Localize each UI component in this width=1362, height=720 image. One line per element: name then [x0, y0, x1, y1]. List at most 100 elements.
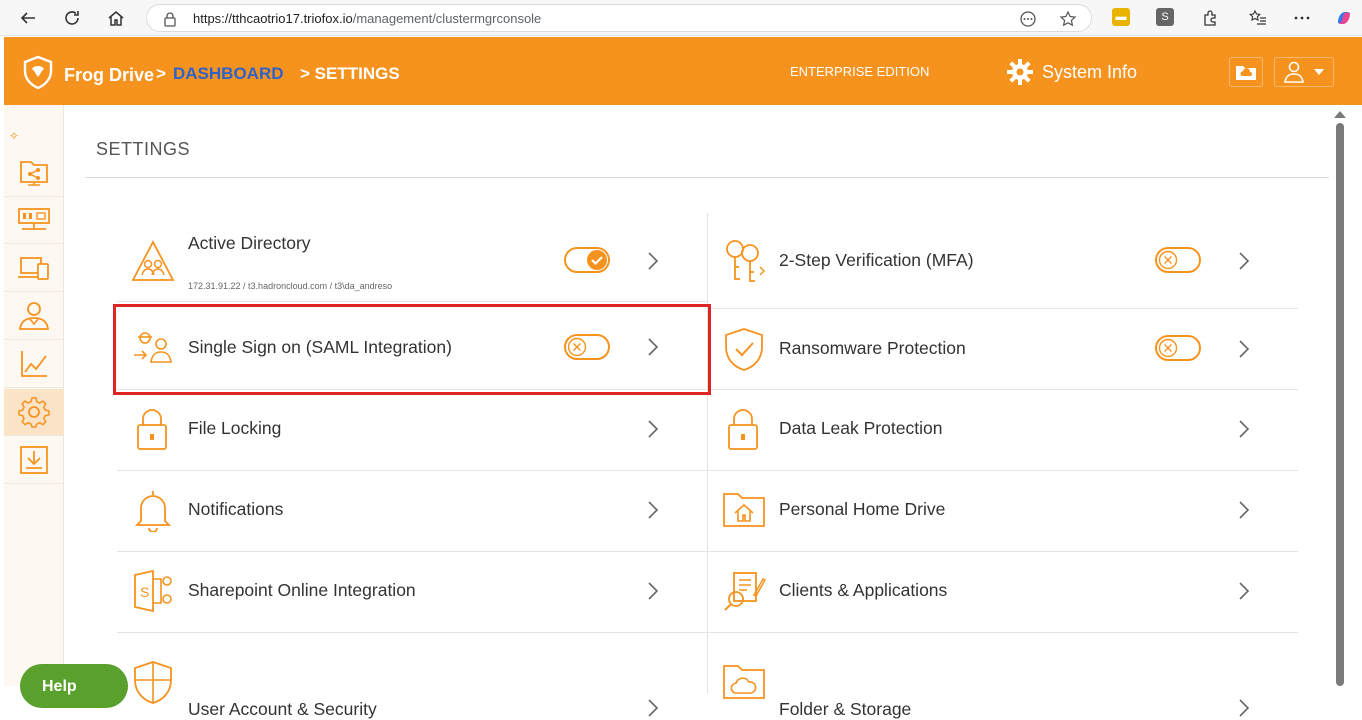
- tile-label: Notifications: [188, 499, 284, 519]
- chevron-right-icon[interactable]: [646, 581, 660, 601]
- brand-name[interactable]: Frog Drive: [64, 65, 154, 86]
- chevron-right-icon[interactable]: [1237, 251, 1251, 271]
- browser-toolbar: https://tthcaotrio17.triofox.io/manageme…: [0, 0, 1362, 36]
- settings-tile-folder-storage[interactable]: Folder & Storage: [708, 632, 1298, 719]
- settings-tile-home-drive[interactable]: Personal Home Drive: [708, 470, 1298, 550]
- clients-applications-icon: [724, 572, 766, 611]
- sidebar-item-users[interactable]: [4, 293, 64, 340]
- sharepoint-icon: S: [134, 569, 172, 613]
- highlight-box: [113, 304, 711, 395]
- back-button[interactable]: [16, 6, 40, 30]
- chevron-right-icon[interactable]: [646, 419, 660, 439]
- puzzle-icon: [1204, 10, 1216, 26]
- chart-icon: [21, 351, 47, 377]
- x-circle-icon: [1158, 250, 1178, 270]
- cloud-folder-icon: [723, 665, 765, 699]
- chevron-right-icon[interactable]: [646, 698, 660, 718]
- user-menu-button[interactable]: [1274, 57, 1334, 87]
- copilot-button[interactable]: [1332, 6, 1356, 30]
- tile-label: File Locking: [188, 418, 282, 438]
- settings-tile-notifications[interactable]: Notifications: [117, 470, 707, 550]
- tile-label: Personal Home Drive: [779, 499, 946, 519]
- tile-sublabel: 172.31.91.22 / t3.hadroncloud.com / t3\d…: [188, 281, 393, 291]
- sidebar-item-settings[interactable]: [4, 389, 64, 436]
- favorite-star-icon[interactable]: [1059, 10, 1077, 28]
- breadcrumb-dashboard-link[interactable]: DASHBOARD: [173, 64, 284, 84]
- extension-s-icon[interactable]: S: [1156, 8, 1174, 26]
- user-icon: [1284, 61, 1304, 83]
- chevron-right-icon[interactable]: [1237, 581, 1251, 601]
- bell-icon: [134, 491, 172, 532]
- favorites-button[interactable]: [1246, 6, 1270, 30]
- system-info-button[interactable]: System Info: [1006, 57, 1137, 87]
- chevron-right-icon[interactable]: [1237, 419, 1251, 439]
- scroll-up-arrow-icon[interactable]: [1334, 111, 1346, 118]
- svg-text:S: S: [140, 584, 149, 600]
- settings-tile-user-account-security[interactable]: User Account & Security: [117, 632, 707, 719]
- x-circle-icon: [1158, 338, 1178, 358]
- home-button[interactable]: [104, 6, 128, 30]
- chevron-right-icon[interactable]: [1237, 339, 1251, 359]
- favorites-list-icon: [1249, 9, 1266, 25]
- lock-icon: [164, 12, 176, 27]
- system-info-label: System Info: [1042, 61, 1138, 82]
- mfa-toggle[interactable]: [1155, 247, 1201, 273]
- chevron-down-icon: [1314, 69, 1324, 75]
- check-icon: [591, 256, 603, 266]
- more-options-icon[interactable]: [1019, 10, 1037, 28]
- url-text: https://tthcaotrio17.triofox.io/manageme…: [193, 11, 542, 26]
- back-arrow-icon: [20, 12, 35, 24]
- settings-tile-data-leak[interactable]: Data Leak Protection: [708, 389, 1298, 469]
- toggle-off-knob: [1158, 338, 1178, 358]
- breadcrumb-separator: >: [156, 64, 166, 83]
- download-icon: [20, 446, 48, 474]
- settings-tile-file-locking[interactable]: File Locking: [117, 389, 707, 469]
- extension-notes-icon[interactable]: ▬: [1112, 8, 1130, 26]
- settings-tile-clients-applications[interactable]: Clients & Applications: [708, 551, 1298, 631]
- sidebar-item-shares[interactable]: [4, 150, 64, 197]
- address-bar[interactable]: https://tthcaotrio17.triofox.io/manageme…: [146, 4, 1092, 32]
- chevron-right-icon[interactable]: [1237, 500, 1251, 520]
- padlock-icon: [728, 409, 758, 450]
- shield-grid-icon: [134, 661, 172, 704]
- chevron-right-icon[interactable]: [646, 500, 660, 520]
- sidebar-item-servers[interactable]: [4, 197, 64, 244]
- tile-label: Sharepoint Online Integration: [188, 580, 416, 600]
- ransomware-toggle[interactable]: [1155, 335, 1201, 361]
- active-directory-icon: [131, 240, 175, 281]
- menu-button[interactable]: [1290, 6, 1314, 30]
- keys-icon: [726, 240, 766, 282]
- scroll-thumb[interactable]: [1336, 123, 1344, 686]
- folder-button[interactable]: [1229, 57, 1263, 87]
- sidebar-item-devices[interactable]: [4, 245, 64, 292]
- extensions-button[interactable]: [1198, 6, 1222, 30]
- pin-icon[interactable]: ✧: [9, 129, 19, 143]
- active-directory-toggle[interactable]: [564, 247, 610, 273]
- sidebar-item-downloads[interactable]: [4, 437, 64, 484]
- edition-label: ENTERPRISE EDITION: [790, 64, 930, 79]
- frog-shield-logo-icon: [23, 55, 53, 89]
- reload-button[interactable]: [60, 6, 84, 30]
- app: Frog Drive > DASHBOARD > SETTINGS ENTERP…: [4, 37, 1362, 719]
- vertical-scrollbar[interactable]: [1332, 105, 1362, 686]
- page-title: SETTINGS: [96, 139, 191, 159]
- settings-tile-active-directory[interactable]: Active Directory 172.31.91.22 / t3.hadro…: [117, 221, 707, 301]
- server-icon: [18, 208, 50, 230]
- tile-label: Clients & Applications: [779, 580, 948, 600]
- home-icon: [108, 11, 124, 26]
- users-icon: [18, 302, 50, 330]
- help-button[interactable]: Help: [20, 664, 128, 708]
- settings-tile-mfa[interactable]: 2-Step Verification (MFA): [708, 221, 1298, 301]
- settings-tile-ransomware[interactable]: Ransomware Protection: [708, 309, 1298, 389]
- gear-icon: [1007, 59, 1033, 85]
- tile-label: Ransomware Protection: [779, 338, 966, 358]
- copilot-icon: [1338, 12, 1350, 24]
- settings-tile-sharepoint[interactable]: S Sharepoint Online Integration: [117, 551, 707, 631]
- home-folder-icon: [723, 493, 765, 527]
- shield-check-icon: [725, 328, 763, 371]
- sidebar-item-reports[interactable]: [4, 341, 64, 388]
- app-header: Frog Drive > DASHBOARD > SETTINGS ENTERP…: [4, 37, 1362, 105]
- chevron-right-icon[interactable]: [646, 251, 660, 271]
- chevron-right-icon[interactable]: [1237, 698, 1251, 718]
- settings-content: SETTINGS Active Directory 172.31.91.22 /…: [65, 105, 1332, 719]
